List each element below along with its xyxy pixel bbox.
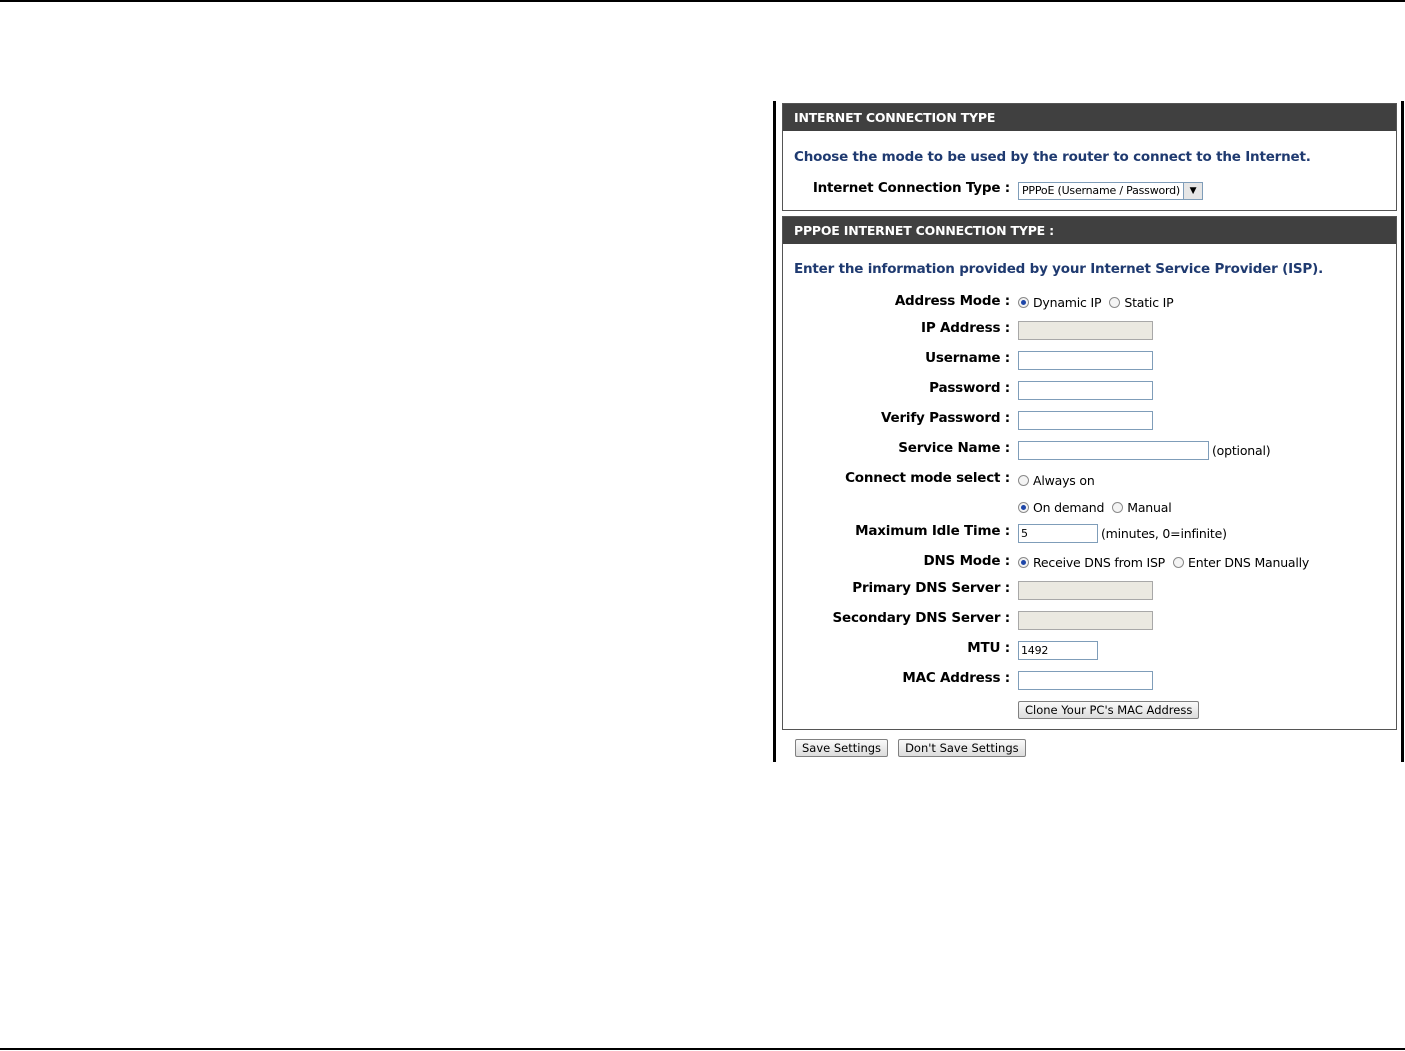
mac-address-row: MAC Address : (783, 670, 1396, 692)
clone-mac-button[interactable]: Clone Your PC's MAC Address (1018, 701, 1200, 719)
on-demand-radio[interactable] (1018, 502, 1029, 513)
service-name-row: Service Name : (optional) (783, 440, 1396, 462)
settings-panel: INTERNET CONNECTION TYPE Choose the mode… (773, 101, 1404, 762)
panel-left-border (773, 101, 776, 762)
username-input[interactable] (1018, 351, 1153, 370)
pppoe-section: PPPOE INTERNET CONNECTION TYPE : Enter t… (782, 216, 1397, 730)
internet-connection-type-section: INTERNET CONNECTION TYPE Choose the mode… (782, 103, 1397, 211)
service-name-input[interactable] (1018, 441, 1209, 460)
primary-dns-input[interactable] (1018, 581, 1153, 600)
ip-address-row: IP Address : (783, 320, 1396, 342)
service-name-suffix: (optional) (1212, 443, 1271, 458)
top-rule (0, 0, 1405, 2)
connect-mode-label: Connect mode select : (845, 470, 1010, 486)
max-idle-time-row: Maximum Idle Time : 5 (minutes, 0=infini… (783, 523, 1396, 545)
mtu-label: MTU : (967, 640, 1010, 656)
primary-dns-label: Primary DNS Server : (852, 580, 1010, 596)
connect-mode-row-2: On demand Manual (783, 497, 1396, 519)
manual-radio[interactable] (1112, 502, 1124, 513)
password-input[interactable] (1018, 381, 1153, 400)
mtu-row: MTU : 1492 (783, 640, 1396, 662)
manual-label: Manual (1127, 500, 1172, 515)
clone-mac-row: Clone Your PC's MAC Address (783, 701, 1396, 723)
connection-type-label: Internet Connection Type : (812, 180, 1010, 196)
receive-dns-label: Receive DNS from ISP (1033, 555, 1166, 570)
primary-dns-row: Primary DNS Server : (783, 580, 1396, 602)
connection-type-value: PPPoE (Username / Password) (1022, 184, 1181, 197)
ip-address-label: IP Address : (921, 320, 1010, 336)
section-intro: Enter the information provided by your I… (794, 261, 1324, 277)
static-ip-label: Static IP (1124, 295, 1174, 310)
secondary-dns-label: Secondary DNS Server : (832, 610, 1011, 626)
save-settings-button[interactable]: Save Settings (795, 739, 889, 757)
service-name-label: Service Name : (898, 440, 1010, 456)
password-row: Password : (783, 380, 1396, 402)
secondary-dns-input[interactable] (1018, 611, 1153, 630)
dynamic-ip-radio[interactable] (1018, 297, 1029, 308)
max-idle-time-suffix: (minutes, 0=infinite) (1101, 526, 1227, 541)
section-header: INTERNET CONNECTION TYPE (783, 104, 1396, 131)
ip-address-input[interactable] (1018, 321, 1153, 340)
max-idle-time-label: Maximum Idle Time : (855, 523, 1010, 539)
static-ip-radio[interactable] (1109, 297, 1121, 308)
section-header: PPPOE INTERNET CONNECTION TYPE : (783, 217, 1396, 244)
dns-mode-label: DNS Mode : (923, 553, 1010, 569)
connection-type-select[interactable]: PPPoE (Username / Password) ▼ (1018, 182, 1204, 200)
manual-dns-label: Enter DNS Manually (1188, 555, 1310, 570)
dynamic-ip-label: Dynamic IP (1033, 295, 1102, 310)
mtu-input[interactable]: 1492 (1018, 641, 1098, 660)
address-mode-row: Address Mode : Dynamic IP Static IP (783, 293, 1396, 315)
dont-save-settings-button[interactable]: Don't Save Settings (898, 739, 1026, 757)
verify-password-row: Verify Password : (783, 410, 1396, 432)
on-demand-label: On demand (1033, 500, 1105, 515)
connection-type-row: Internet Connection Type : PPPoE (Userna… (783, 180, 1396, 202)
secondary-dns-row: Secondary DNS Server : (783, 610, 1396, 632)
password-label: Password : (929, 380, 1010, 396)
form-actions: Save Settings Don't Save Settings (795, 739, 1026, 757)
always-on-radio[interactable] (1018, 475, 1029, 486)
connect-mode-row: Connect mode select : Always on (783, 470, 1396, 492)
dns-mode-row: DNS Mode : Receive DNS from ISP Enter DN… (783, 553, 1396, 575)
mac-address-label: MAC Address : (902, 670, 1010, 686)
receive-dns-radio[interactable] (1018, 557, 1029, 568)
section-intro: Choose the mode to be used by the router… (794, 149, 1311, 165)
max-idle-time-input[interactable]: 5 (1018, 524, 1098, 543)
panel-right-border (1401, 101, 1404, 762)
dropdown-arrow-icon[interactable]: ▼ (1183, 183, 1203, 199)
mac-address-input[interactable] (1018, 671, 1153, 690)
manual-dns-radio[interactable] (1173, 557, 1185, 568)
username-label: Username : (925, 350, 1010, 366)
bottom-rule (0, 1048, 1405, 1050)
always-on-label: Always on (1033, 473, 1095, 488)
address-mode-label: Address Mode : (894, 293, 1010, 309)
verify-password-label: Verify Password : (880, 410, 1010, 426)
verify-password-input[interactable] (1018, 411, 1153, 430)
username-row: Username : (783, 350, 1396, 372)
